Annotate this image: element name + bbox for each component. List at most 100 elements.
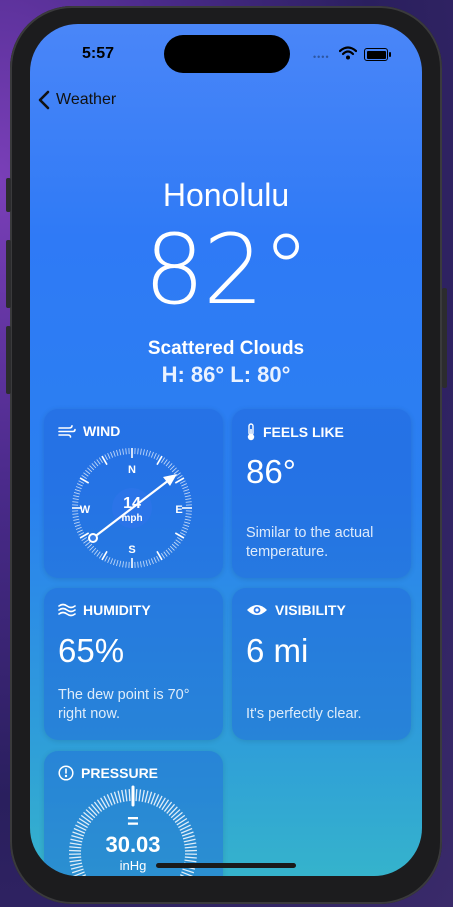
back-button[interactable]: Weather: [38, 90, 116, 110]
compass-tick: [75, 526, 82, 530]
compass-tick: [161, 457, 166, 463]
compass-tick: [169, 465, 175, 471]
cellular-signal-icon: ••••: [313, 52, 330, 62]
city-name: Honolulu: [162, 177, 290, 213]
wifi-icon: [339, 46, 357, 60]
wind-arrow-tail: [88, 533, 98, 543]
compass-tick: [185, 498, 192, 500]
gauge-tick: [70, 862, 83, 867]
wind-card-title: WIND: [58, 423, 120, 439]
feels-like-value: 86°: [246, 453, 296, 490]
compass-tick: [145, 560, 148, 567]
compass-tick: [83, 472, 89, 477]
compass-tick: [87, 467, 93, 473]
compass-tick: [165, 461, 171, 467]
compass-tick: [116, 449, 119, 456]
wind-card[interactable]: WIND N E S W 14 mph: [44, 409, 223, 578]
compass-tick: [185, 501, 192, 503]
compass-tick: [182, 526, 189, 530]
humidity-description: The dew point is 70° right now.: [58, 687, 190, 722]
compass-tick: [140, 561, 142, 568]
wind-compass: N E S W 14 mph: [72, 448, 192, 568]
compass-tick: [81, 537, 87, 542]
action-button: [6, 178, 11, 212]
gauge-tick: [168, 806, 178, 816]
compass-tick: [72, 513, 79, 515]
gauge-tick: [128, 789, 131, 802]
current-temperature: 82°: [143, 214, 310, 326]
compass-s: S: [128, 544, 135, 556]
compass-tick: [183, 524, 190, 527]
compass-tick: [142, 560, 145, 567]
compass-tick: [185, 513, 192, 515]
compass-tick: [140, 448, 142, 455]
compass-tick: [182, 486, 189, 490]
thermometer-icon: [247, 423, 255, 441]
compass-tick: [74, 524, 81, 527]
compass-tick: [169, 545, 175, 551]
compass-tick: [77, 483, 83, 487]
compass-tick: [74, 489, 81, 492]
visibility-card[interactable]: VISIBILITY 6 mi It's perfectly clear.: [232, 588, 411, 740]
compass-tick: [81, 474, 87, 479]
pressure-trend-symbol: =: [127, 811, 139, 833]
compass-tick: [183, 489, 190, 492]
home-indicator[interactable]: [156, 863, 296, 868]
gauge-tick: [69, 846, 82, 849]
gauge-tick: [184, 859, 197, 863]
pressure-value: 30.03: [105, 832, 160, 857]
wind-speed: 14: [123, 495, 141, 512]
gauge-tick: [70, 838, 83, 843]
compass-tick: [104, 555, 108, 562]
volume-down-button: [6, 326, 11, 394]
gauge-tick: [183, 838, 196, 843]
gauge-tick: [71, 868, 84, 874]
dynamic-island: [164, 35, 290, 73]
compass-tick: [179, 480, 186, 484]
compass-tick: [150, 451, 154, 458]
screen: 5:57 •••• Weather Honolulu 82° Scattered…: [30, 24, 422, 876]
pressure-unit: inHg: [120, 858, 147, 873]
volume-up-button: [6, 240, 11, 308]
compass-tick: [85, 541, 91, 547]
gauge-tick: [184, 846, 197, 849]
status-bar: 5:57 ••••: [30, 24, 422, 80]
compass-tick: [145, 449, 148, 456]
compass-tick: [167, 463, 173, 469]
gauge-tick: [85, 809, 96, 819]
gauge-tick: [184, 856, 197, 859]
compass-tick: [156, 555, 160, 562]
compass-tick: [142, 449, 145, 456]
compass-tick: [98, 457, 103, 463]
compass-tick: [89, 465, 95, 471]
compass-tick: [173, 541, 179, 547]
compass-tick: [171, 467, 177, 473]
visibility-title-label: VISIBILITY: [275, 602, 346, 618]
power-button: [442, 288, 447, 388]
compass-tick: [113, 450, 116, 457]
compass-tick: [119, 560, 122, 567]
compass-tick: [185, 516, 192, 518]
compass-tick: [181, 483, 187, 487]
compass-tick: [110, 558, 114, 565]
compass-tick: [91, 547, 97, 553]
compass-tick: [153, 557, 157, 563]
visibility-card-title: VISIBILITY: [246, 602, 346, 618]
compass-tick: [73, 518, 80, 521]
compass-tick: [96, 459, 101, 465]
humidity-card[interactable]: HUMIDITY 65% The dew point is 70° right …: [44, 588, 223, 740]
compass-tick: [122, 448, 124, 455]
status-time: 5:57: [82, 45, 115, 62]
compass-tick: [98, 553, 103, 559]
battery-icon: [364, 48, 391, 61]
compass-tick: [184, 492, 191, 495]
gauge-tick: [141, 789, 145, 802]
compass-tick: [137, 561, 139, 568]
compass-tick: [78, 532, 85, 536]
pressure-card[interactable]: PRESSURE = 30.03 inHg: [44, 751, 223, 876]
gauge-tick: [88, 806, 98, 816]
gauge-tick: [121, 789, 125, 802]
compass-tick: [165, 549, 171, 555]
compass-tick: [107, 557, 111, 563]
feels-like-card[interactable]: FEELS LIKE 86° Similar to the actual tem…: [232, 409, 411, 578]
